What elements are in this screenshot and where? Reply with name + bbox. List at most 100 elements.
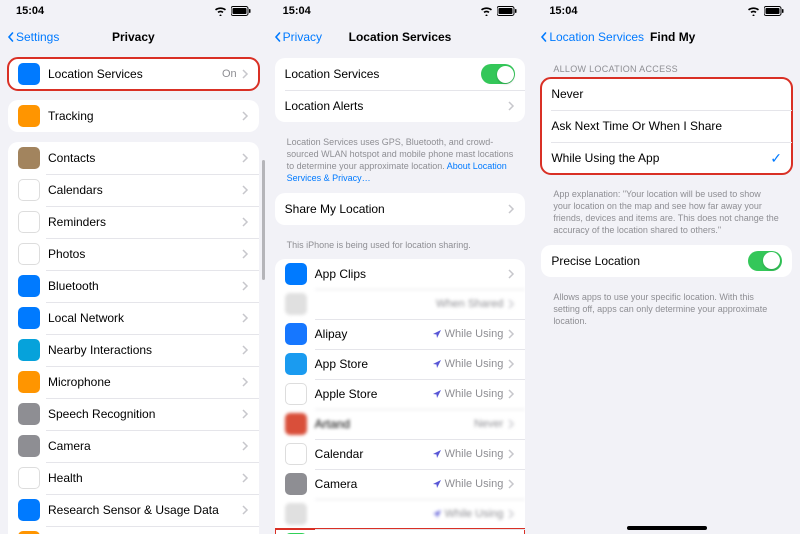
location-services-toggle-row[interactable]: Location Services bbox=[275, 58, 526, 90]
toggle-switch-on[interactable] bbox=[481, 64, 515, 84]
row-label: Never bbox=[551, 87, 782, 101]
three-phone-stage: 15:04 Settings Privacy Location Services… bbox=[0, 0, 800, 534]
row-value: While Using bbox=[445, 448, 504, 460]
app-location-row[interactable]: App StoreWhile Using bbox=[275, 349, 526, 379]
app-location-row[interactable]: CameraWhile Using bbox=[275, 469, 526, 499]
chevron-right-icon bbox=[241, 345, 249, 355]
row-label: Alipay bbox=[315, 327, 432, 341]
privacy-category-row[interactable]: Camera bbox=[8, 430, 259, 462]
section-header-allow-access: Allow Location Access bbox=[541, 58, 792, 78]
chevron-right-icon bbox=[507, 419, 515, 429]
group-precise-location: Precise Location bbox=[541, 245, 792, 277]
row-label: App Store bbox=[315, 357, 432, 371]
share-my-location-row[interactable]: Share My Location bbox=[275, 193, 526, 225]
privacy-category-row[interactable]: Speech Recognition bbox=[8, 398, 259, 430]
chevron-right-icon bbox=[241, 69, 249, 79]
app-location-row[interactable]: ArtandNever bbox=[275, 409, 526, 439]
location-services-row[interactable]: Location ServicesOn bbox=[8, 58, 259, 90]
phone-location-services-screen: 15:04 Privacy Location Services Location… bbox=[267, 0, 534, 534]
screen-body[interactable]: Allow Location Access Never Ask Next Time… bbox=[533, 52, 800, 534]
app-icon bbox=[285, 473, 307, 495]
privacy-category-row[interactable]: Microphone bbox=[8, 366, 259, 398]
privacy-category-row[interactable]: HomeKit bbox=[8, 526, 259, 534]
location-arrow-icon bbox=[432, 479, 442, 489]
privacy-category-row[interactable]: Calendars bbox=[8, 174, 259, 206]
location-alerts-row[interactable]: Location Alerts bbox=[275, 90, 526, 122]
back-button[interactable]: Privacy bbox=[273, 30, 322, 44]
chevron-right-icon bbox=[241, 473, 249, 483]
precise-location-row[interactable]: Precise Location bbox=[541, 245, 792, 277]
chevron-right-icon bbox=[507, 329, 515, 339]
status-bar: 15:04 bbox=[533, 0, 800, 22]
scrollbar[interactable] bbox=[262, 160, 265, 280]
group-apps-list: App ClipsWhen SharedAlipayWhile UsingApp… bbox=[275, 259, 526, 534]
app-icon bbox=[18, 403, 40, 425]
app-icon bbox=[18, 63, 40, 85]
chevron-right-icon bbox=[507, 389, 515, 399]
group-share-location: Share My Location bbox=[275, 193, 526, 225]
nav-bar: Settings Privacy bbox=[0, 22, 267, 52]
chevron-left-icon bbox=[539, 32, 549, 42]
wifi-icon bbox=[480, 6, 493, 16]
status-time: 15:04 bbox=[16, 5, 44, 17]
row-label: Reminders bbox=[48, 215, 241, 229]
row-label: Health bbox=[48, 471, 241, 485]
share-location-footer: This iPhone is being used for location s… bbox=[275, 235, 526, 259]
battery-icon bbox=[231, 6, 251, 16]
nav-bar: Location Services Find My bbox=[533, 22, 800, 52]
row-label: Calendar bbox=[315, 447, 432, 461]
wifi-icon bbox=[747, 6, 760, 16]
privacy-category-row[interactable]: Reminders bbox=[8, 206, 259, 238]
privacy-category-row[interactable]: Research Sensor & Usage Data bbox=[8, 494, 259, 526]
group-location-toggle: Location Services Location Alerts bbox=[275, 58, 526, 122]
group-location-access-options: NeverAsk Next Time Or When I ShareWhile … bbox=[541, 78, 792, 174]
location-access-option[interactable]: Never bbox=[541, 78, 792, 110]
screen-body[interactable]: Location ServicesOn Tracking Contacts Cal… bbox=[0, 52, 267, 534]
chevron-right-icon bbox=[241, 185, 249, 195]
app-icon bbox=[18, 275, 40, 297]
chevron-right-icon bbox=[507, 101, 515, 111]
app-location-row[interactable]: When Shared bbox=[275, 289, 526, 319]
app-location-row[interactable]: AlipayWhile Using bbox=[275, 319, 526, 349]
privacy-category-row[interactable]: Nearby Interactions bbox=[8, 334, 259, 366]
toggle-switch-on[interactable] bbox=[748, 251, 782, 271]
row-label: Speech Recognition bbox=[48, 407, 241, 421]
nav-bar: Privacy Location Services bbox=[267, 22, 534, 52]
location-arrow-icon bbox=[432, 329, 442, 339]
app-location-row[interactable]: Find MyWhile Using bbox=[275, 529, 526, 534]
app-icon bbox=[18, 147, 40, 169]
privacy-category-row[interactable]: Local Network bbox=[8, 302, 259, 334]
privacy-category-row[interactable]: Photos bbox=[8, 238, 259, 270]
tracking-row[interactable]: Tracking bbox=[8, 100, 259, 132]
app-icon bbox=[285, 383, 307, 405]
app-icon bbox=[285, 263, 307, 285]
app-icon bbox=[285, 503, 307, 525]
privacy-category-row[interactable]: Health bbox=[8, 462, 259, 494]
chevron-right-icon bbox=[507, 449, 515, 459]
checkmark-icon: ✓ bbox=[770, 150, 782, 167]
app-location-row[interactable]: App Clips bbox=[275, 259, 526, 289]
location-access-option[interactable]: Ask Next Time Or When I Share bbox=[541, 110, 792, 142]
row-label: Location Services bbox=[285, 67, 482, 81]
phone-privacy-screen: 15:04 Settings Privacy Location Services… bbox=[0, 0, 267, 534]
app-location-row[interactable]: Calendar While Using bbox=[275, 439, 526, 469]
back-button[interactable]: Location Services bbox=[539, 30, 644, 44]
app-icon bbox=[18, 339, 40, 361]
app-icon bbox=[285, 413, 307, 435]
chevron-right-icon bbox=[241, 249, 249, 259]
privacy-category-row[interactable]: Contacts bbox=[8, 142, 259, 174]
row-label: Research Sensor & Usage Data bbox=[48, 503, 241, 517]
battery-icon bbox=[764, 6, 784, 16]
app-location-row[interactable]: While Using bbox=[275, 499, 526, 529]
location-access-option[interactable]: While Using the App✓ bbox=[541, 142, 792, 174]
row-label: While Using the App bbox=[551, 151, 770, 165]
home-indicator[interactable] bbox=[627, 526, 707, 530]
app-location-row[interactable]: Apple StoreWhile Using bbox=[275, 379, 526, 409]
row-label: Calendars bbox=[48, 183, 241, 197]
privacy-category-row[interactable]: Bluetooth bbox=[8, 270, 259, 302]
battery-icon bbox=[497, 6, 517, 16]
back-button[interactable]: Settings bbox=[6, 30, 59, 44]
chevron-right-icon bbox=[241, 153, 249, 163]
group-location-services: Location ServicesOn bbox=[8, 58, 259, 90]
screen-body[interactable]: Location Services Location Alerts Locati… bbox=[267, 52, 534, 534]
